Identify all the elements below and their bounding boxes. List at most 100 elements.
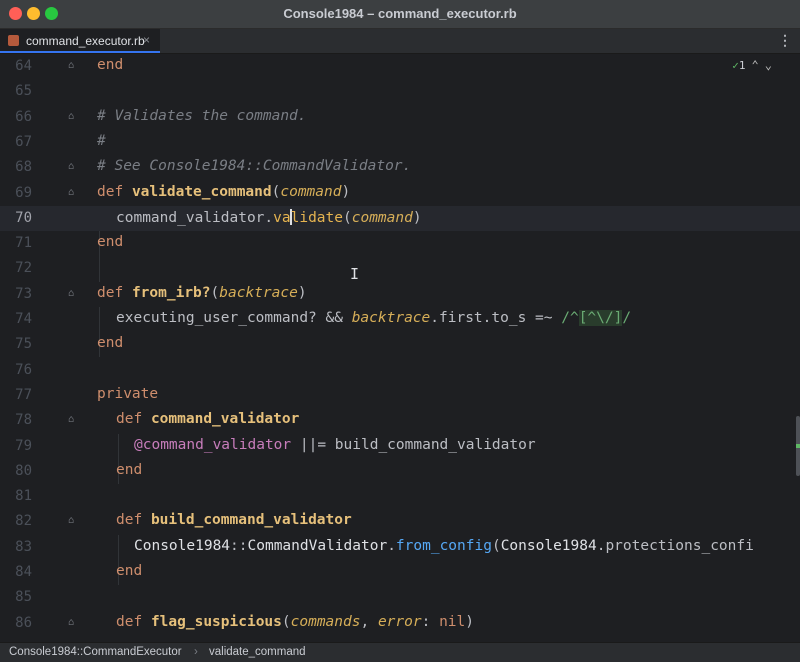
parameter: error bbox=[377, 613, 422, 630]
method-call: from_config bbox=[395, 537, 492, 554]
line-number: 84 bbox=[15, 564, 32, 580]
code-line[interactable]: 75 end bbox=[0, 332, 800, 357]
line-number: 79 bbox=[15, 437, 32, 454]
dot: . bbox=[387, 537, 396, 554]
paren: ( bbox=[210, 284, 220, 301]
code-line[interactable]: 78 ⌂ def command_validator bbox=[0, 408, 800, 433]
code-line[interactable]: 77 private bbox=[0, 383, 800, 408]
instance-variable: @command_validator bbox=[134, 436, 292, 453]
breadcrumb-separator-icon: › bbox=[194, 646, 198, 658]
code-line[interactable]: 68 ⌂ # See Console1984::CommandValidator… bbox=[0, 155, 800, 180]
code-line[interactable]: 72 bbox=[0, 256, 800, 281]
line-number: 68 bbox=[15, 159, 32, 176]
expression: .first.to_s =~ bbox=[430, 310, 562, 326]
code-line-current[interactable]: 70 command_validator.validate(command) bbox=[0, 205, 800, 232]
constant: Console1984 bbox=[134, 537, 231, 554]
keyword: def bbox=[116, 512, 143, 529]
inspection-count: 1 bbox=[738, 59, 746, 72]
fold-icon[interactable]: ⌂ bbox=[66, 414, 76, 426]
tab-label: command_executor.rb bbox=[26, 34, 145, 48]
code-line[interactable]: 79 @command_validator ||= build_command_… bbox=[0, 434, 800, 459]
method-name: flag_suspicious bbox=[150, 613, 282, 630]
paren: ) bbox=[465, 613, 474, 630]
method-name: command_validator bbox=[150, 411, 300, 428]
code-line[interactable]: 80 end bbox=[0, 459, 800, 484]
line-number: 85 bbox=[15, 589, 32, 606]
line-number: 77 bbox=[15, 386, 32, 403]
more-tabs-icon[interactable]: ⋮ bbox=[778, 32, 792, 49]
comment: # bbox=[97, 132, 106, 149]
colon: : bbox=[421, 613, 440, 630]
paren: ( bbox=[343, 209, 352, 226]
code-line[interactable]: 64 ⌂ end ✓1 ⌃ ⌄ bbox=[0, 54, 800, 79]
code-line[interactable]: 73 ⌂ def from_irb?(backtrace) bbox=[0, 282, 800, 307]
tab-command-executor[interactable]: command_executor.rb × bbox=[0, 29, 160, 53]
keyword: def bbox=[97, 284, 124, 301]
constant: Console1984 bbox=[500, 537, 597, 554]
code-line[interactable]: 86 ⌂ def flag_suspicious(commands, error… bbox=[0, 611, 800, 636]
line-number: 71 bbox=[15, 235, 32, 252]
scrollbar-marker[interactable] bbox=[796, 444, 800, 448]
parameter: command bbox=[280, 183, 342, 200]
close-tab-icon[interactable]: × bbox=[143, 33, 150, 47]
line-number: 69 bbox=[15, 184, 32, 201]
window-title: Console1984 – command_executor.rb bbox=[283, 6, 517, 21]
line-number: 72 bbox=[15, 260, 32, 277]
code-line[interactable]: 71 end bbox=[0, 231, 800, 256]
fold-end-icon[interactable]: ⌂ bbox=[66, 161, 76, 173]
line-number: 76 bbox=[15, 361, 32, 378]
fold-icon[interactable]: ⌂ bbox=[66, 515, 76, 527]
parameter: backtrace bbox=[351, 310, 431, 326]
fold-end-icon[interactable]: ⌂ bbox=[66, 60, 76, 72]
line-number: 70 bbox=[15, 209, 32, 226]
code-line[interactable]: 83 Console1984::CommandValidator.from_co… bbox=[0, 535, 800, 560]
expression: .protections_confi bbox=[596, 537, 754, 554]
code-line[interactable]: 76 bbox=[0, 358, 800, 383]
breadcrumb-method[interactable]: validate_command bbox=[209, 646, 306, 658]
code-line[interactable]: 74 executing_user_command? && backtrace.… bbox=[0, 307, 800, 332]
previous-highlight-icon[interactable]: ⌃ bbox=[752, 58, 759, 72]
code-line[interactable]: 82 ⌂ def build_command_validator bbox=[0, 509, 800, 534]
expression: ||= build_command_validator bbox=[291, 436, 536, 453]
paren: ( bbox=[281, 613, 291, 630]
code-line[interactable]: 85 bbox=[0, 585, 800, 610]
code-editor[interactable]: 64 ⌂ end ✓1 ⌃ ⌄ 65 66 ⌂ # Validates the co… bbox=[0, 54, 800, 642]
paren: ) bbox=[341, 183, 351, 200]
code-line[interactable]: 66 ⌂ # Validates the command. bbox=[0, 105, 800, 130]
line-number: 65 bbox=[15, 83, 32, 100]
line-number: 86 bbox=[15, 614, 32, 631]
line-number: 67 bbox=[15, 133, 32, 150]
line-number: 83 bbox=[15, 538, 32, 555]
fold-icon[interactable]: ⌂ bbox=[66, 288, 76, 300]
code-line[interactable]: 81 bbox=[0, 484, 800, 509]
line-number: 66 bbox=[15, 108, 32, 125]
keyword: end bbox=[116, 563, 143, 579]
fold-icon[interactable]: ⌂ bbox=[66, 617, 76, 629]
title-bar: Console1984 – command_executor.rb bbox=[0, 0, 800, 29]
next-highlight-icon[interactable]: ⌄ bbox=[765, 58, 772, 72]
regex: / bbox=[622, 310, 632, 326]
line-number: 82 bbox=[15, 513, 32, 530]
comment: # See Console1984::CommandValidator. bbox=[97, 158, 412, 175]
keyword: def bbox=[97, 183, 124, 200]
ruby-file-icon bbox=[8, 35, 19, 46]
keyword: end bbox=[116, 461, 143, 478]
code-line[interactable]: 65 bbox=[0, 79, 800, 104]
code-line[interactable]: 84 end bbox=[0, 560, 800, 585]
code-line[interactable]: 69 ⌂ def validate_command(command) bbox=[0, 181, 800, 206]
line-number: 64 bbox=[15, 58, 32, 74]
method-name: from_irb? bbox=[131, 284, 211, 301]
line-number: 80 bbox=[15, 462, 32, 479]
inspections-widget[interactable]: ✓1 ⌃ ⌄ bbox=[732, 58, 772, 72]
fold-icon[interactable]: ⌂ bbox=[66, 111, 76, 123]
check-icon: ✓ bbox=[732, 59, 739, 72]
code-line[interactable]: 67 # bbox=[0, 130, 800, 155]
comment: # Validates the command. bbox=[97, 107, 307, 124]
line-number: 73 bbox=[15, 285, 32, 302]
constant: CommandValidator bbox=[247, 537, 388, 554]
breadcrumb-class[interactable]: Console1984::CommandExecutor bbox=[9, 646, 182, 658]
fold-icon[interactable]: ⌂ bbox=[66, 187, 76, 199]
comma: , bbox=[360, 613, 378, 630]
parameter: command bbox=[351, 209, 413, 226]
line-number: 78 bbox=[15, 412, 32, 429]
